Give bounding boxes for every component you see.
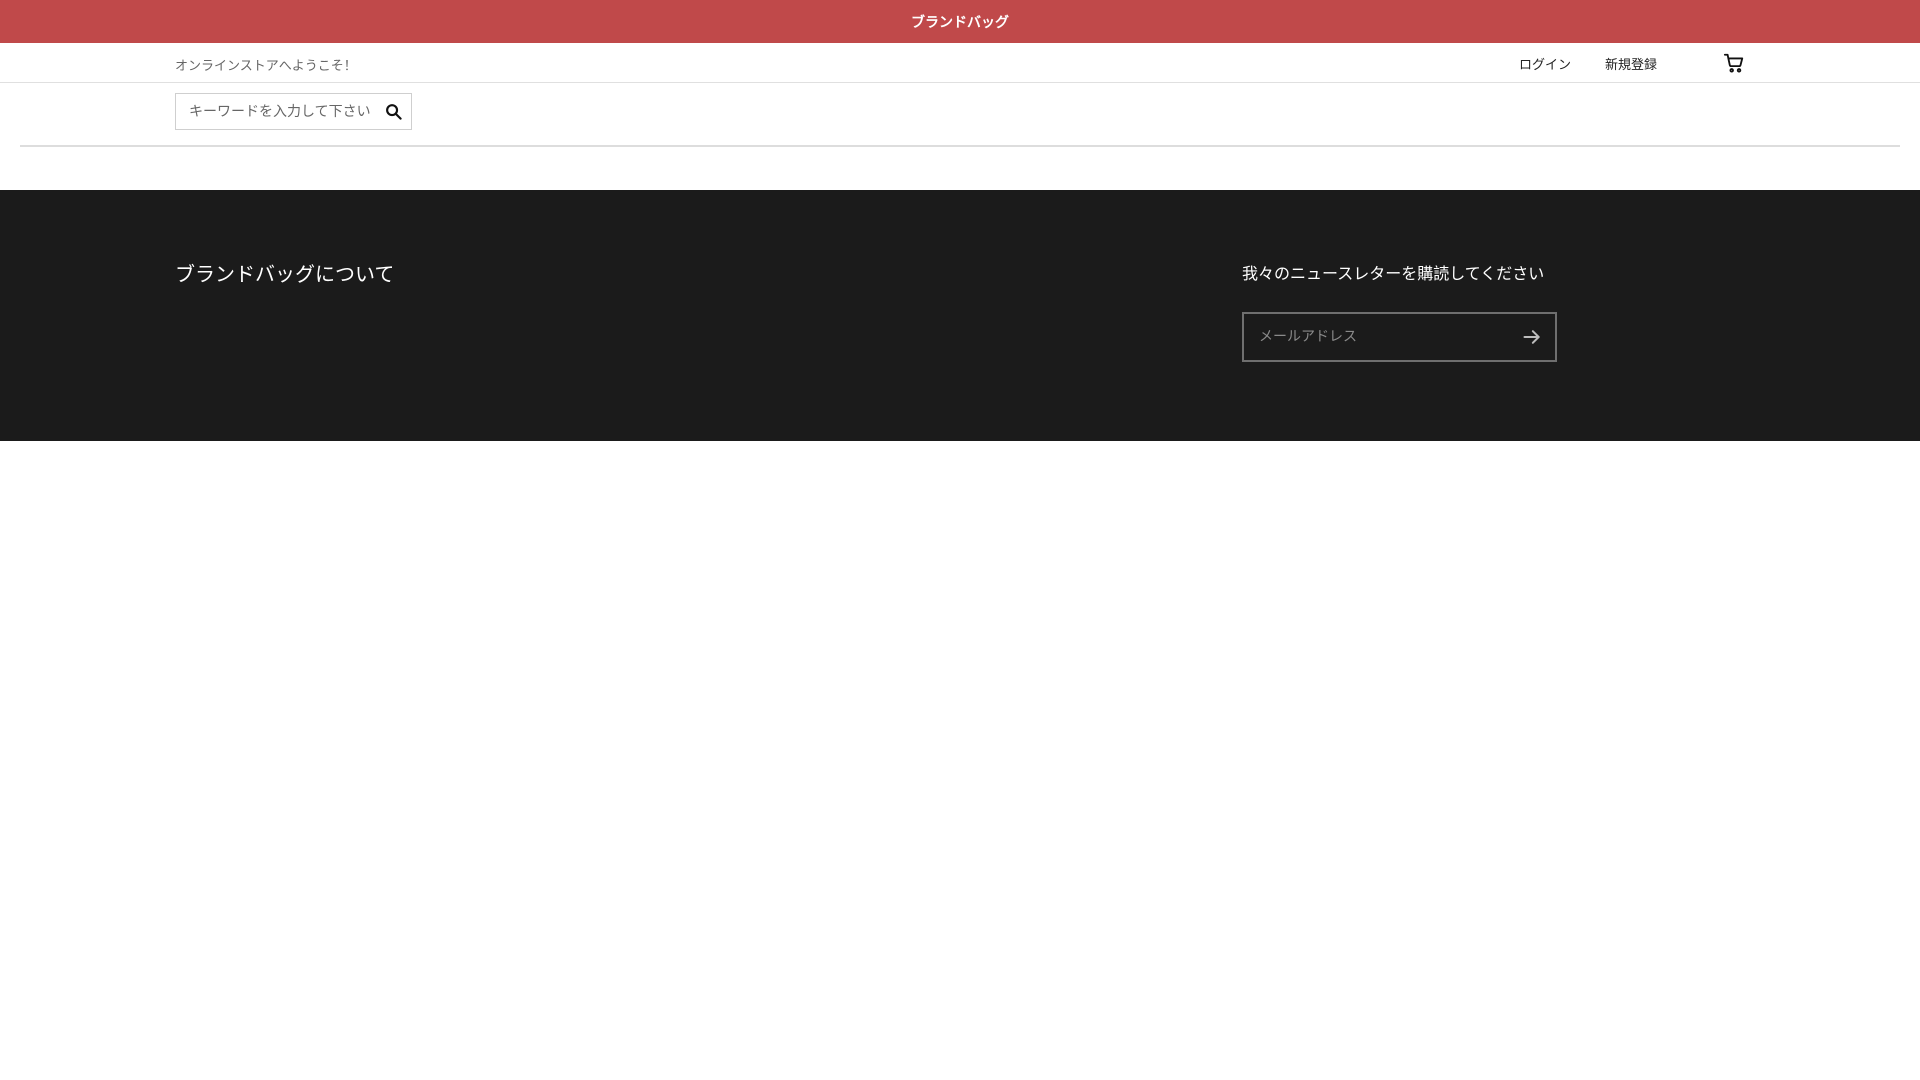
register-link[interactable]: 新規登録 bbox=[1605, 54, 1657, 73]
arrow-right-icon[interactable] bbox=[1509, 314, 1555, 360]
announcement-bar: ブランドバッグ bbox=[0, 0, 1920, 43]
newsletter-title: 我々のニュースレターを購読してください bbox=[1242, 264, 1545, 283]
footer: ブランドバッグについて 我々のニュースレターを購読してください bbox=[0, 190, 1920, 441]
footer-about-title: ブランドバッグについて bbox=[175, 262, 395, 286]
cart-icon[interactable] bbox=[1723, 52, 1745, 74]
search-row bbox=[0, 83, 1920, 145]
search-box bbox=[175, 93, 412, 130]
announcement-text: ブランドバッグ bbox=[911, 14, 1009, 31]
newsletter-email-input[interactable] bbox=[1244, 314, 1509, 360]
search-icon[interactable] bbox=[376, 94, 410, 129]
top-bar: オンラインストアへようこそ！ ログイン 新規登録 bbox=[0, 43, 1920, 83]
login-link[interactable]: ログイン bbox=[1519, 54, 1571, 73]
newsletter-section: 我々のニュースレターを購読してください bbox=[1242, 260, 1557, 362]
top-links: ログイン 新規登録 bbox=[1485, 43, 1745, 83]
welcome-text: オンラインストアへようこそ！ bbox=[175, 59, 357, 74]
search-input[interactable] bbox=[176, 94, 376, 129]
newsletter-form bbox=[1242, 312, 1557, 362]
